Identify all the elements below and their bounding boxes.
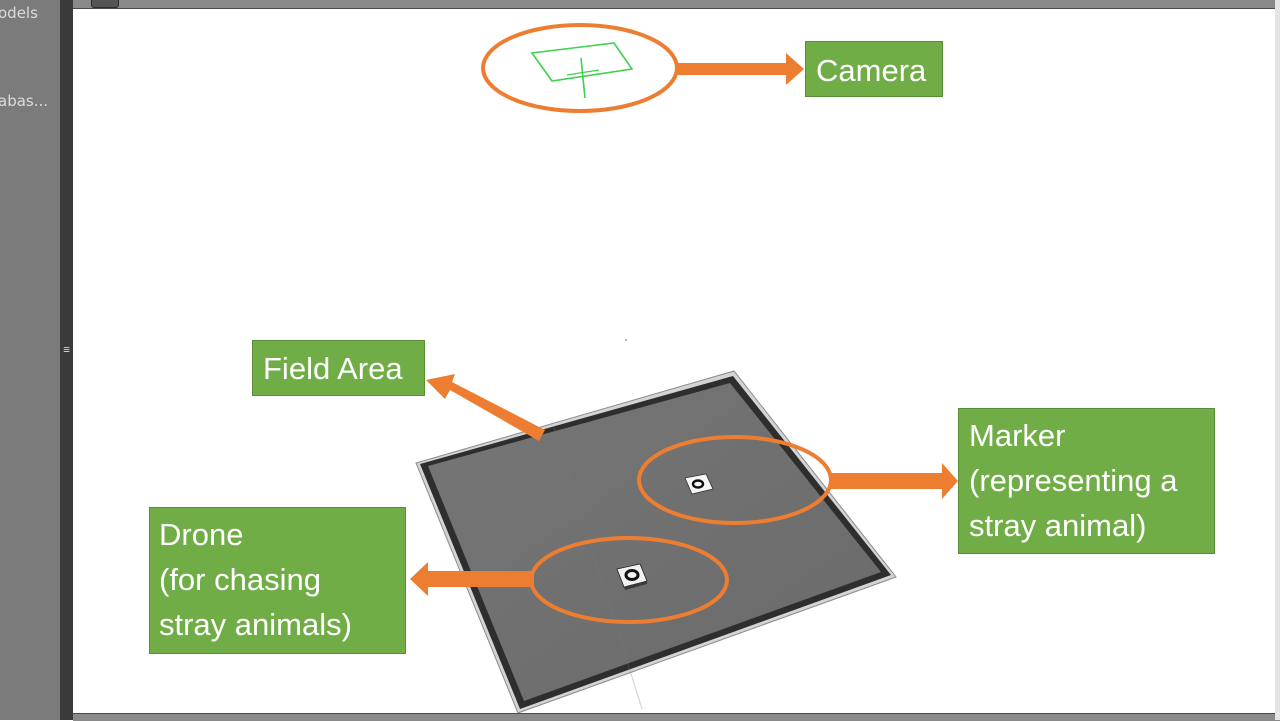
window-edge bbox=[1275, 0, 1280, 720]
marker-label-line-3: stray animal) bbox=[969, 508, 1147, 543]
drone-label-line-1: Drone bbox=[159, 517, 244, 552]
field-area-label: Field Area bbox=[252, 340, 425, 396]
field-area-label-text: Field Area bbox=[263, 351, 403, 386]
marker-label-line-1: Marker bbox=[969, 418, 1066, 453]
marker-label: Marker (representing a stray animal) bbox=[958, 408, 1215, 554]
drone-label-line-3: stray animals) bbox=[159, 607, 352, 642]
scene-viewport[interactable]: Camera Field Area Marker (representing a… bbox=[74, 9, 1275, 713]
top-toolbar bbox=[73, 0, 1280, 9]
drone-label-line-2: (for chasing bbox=[159, 562, 321, 597]
toolbar-button[interactable] bbox=[91, 0, 119, 8]
left-panel-item-models[interactable]: odels bbox=[0, 4, 38, 22]
left-panel-item-database[interactable]: abas... bbox=[0, 92, 48, 110]
panel-splitter[interactable]: ≡ bbox=[60, 0, 73, 720]
marker-label-line-2: (representing a bbox=[969, 463, 1178, 498]
scene-dot bbox=[625, 339, 627, 341]
left-panel: odels abas... bbox=[0, 0, 60, 720]
camera-label-text: Camera bbox=[816, 53, 927, 88]
drone-label: Drone (for chasing stray animals) bbox=[149, 507, 406, 654]
vertical-grip-icon[interactable]: ≡ bbox=[63, 344, 70, 362]
camera-callout bbox=[481, 23, 804, 113]
camera-icon bbox=[530, 42, 634, 99]
field-area-callout bbox=[426, 374, 545, 441]
field-area[interactable] bbox=[415, 370, 897, 713]
camera-label: Camera bbox=[805, 41, 943, 97]
